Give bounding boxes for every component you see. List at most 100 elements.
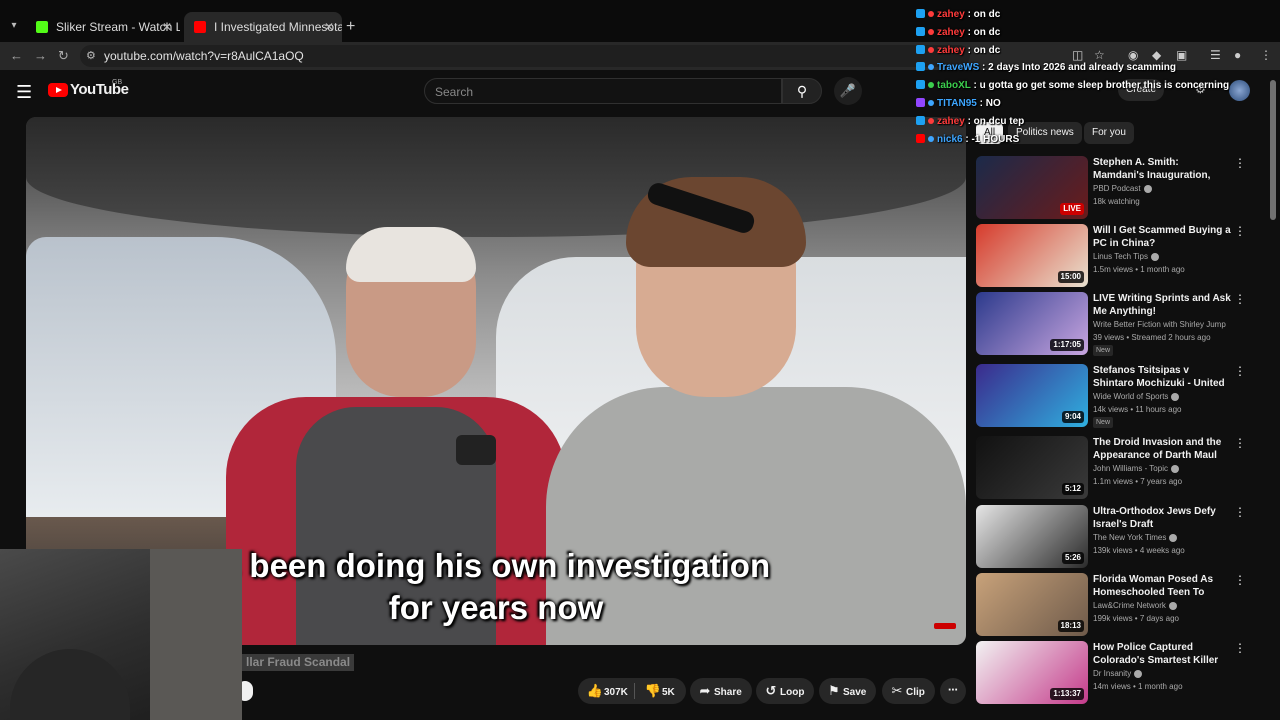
channel-label: Wide World of Sports xyxy=(1093,392,1169,401)
webcam-streamer xyxy=(10,649,130,720)
recommended-title[interactable]: Stephen A. Smith: Mamdani's Inauguration… xyxy=(1093,156,1231,182)
more-vertical-icon[interactable]: ⋮ xyxy=(1234,436,1246,450)
tab-youtube-video[interactable]: I Investigated Minnesota's Billio ✕ xyxy=(184,12,342,42)
chat-username: taboXL xyxy=(937,80,971,92)
video-thumbnail[interactable]: 5:12 xyxy=(976,436,1088,499)
chat-username: zahey xyxy=(937,115,965,127)
subscribe-watermark xyxy=(934,623,956,629)
recommended-title[interactable]: The Droid Invasion and the Appearance of… xyxy=(1093,436,1231,462)
verified-check-icon xyxy=(1171,392,1180,401)
save-label: Save xyxy=(843,687,867,698)
video-thumbnail[interactable]: 9:04 xyxy=(976,364,1088,427)
channel-label: Linus Tech Tips xyxy=(1093,252,1148,261)
chat-text: : -1 HOURS xyxy=(965,133,1020,145)
channel-name[interactable]: Dr Insanity xyxy=(1093,669,1233,678)
search-button[interactable]: ⚲ xyxy=(782,78,822,104)
platform-icon xyxy=(916,115,925,125)
more-vertical-icon[interactable]: ⋮ xyxy=(1234,156,1246,170)
browser-menu-icon[interactable]: ⋮ xyxy=(1260,48,1272,62)
platform-icon xyxy=(916,133,925,143)
share-button[interactable]: ➦ Share xyxy=(690,678,752,704)
recommended-title[interactable]: How Police Captured Colorado's Smartest … xyxy=(1093,641,1231,667)
recommended-title[interactable]: Will I Get Scammed Buying a PC in China? xyxy=(1093,224,1231,250)
chat-text: : on dc xyxy=(967,26,1001,38)
video-title: llar Fraud Scandal xyxy=(242,654,355,671)
more-horizontal-icon: ⋯ xyxy=(948,685,958,696)
address-bar[interactable]: ⚙ youtube.com/watch?v=r8AulCA1aOQ xyxy=(80,45,970,67)
more-vertical-icon[interactable]: ⋮ xyxy=(1234,292,1246,306)
thumbs-down-icon: 👎 xyxy=(644,683,662,698)
recommended-video[interactable]: 9:04 Stefanos Tsitsipas v Shintaro Mochiz… xyxy=(976,364,1256,428)
stream-chat-overlay: zahey : on dc zahey : on dc zahey : on dc T… xyxy=(916,6,1246,148)
video-thumbnail[interactable]: LIVE xyxy=(976,156,1088,219)
channel-name[interactable]: Write Better Fiction with Shirley Jump xyxy=(1093,320,1233,329)
more-vertical-icon[interactable]: ⋮ xyxy=(1234,641,1246,655)
back-icon[interactable]: ← xyxy=(10,48,23,63)
video-thumbnail[interactable]: 1:17:05 xyxy=(976,292,1088,355)
more-vertical-icon[interactable]: ⋮ xyxy=(1234,364,1246,378)
scrollbar[interactable] xyxy=(1270,80,1276,220)
like-button[interactable]: 👍307K xyxy=(580,678,628,706)
more-actions-button[interactable]: ⋯ xyxy=(940,678,966,704)
forward-icon[interactable]: → xyxy=(34,48,47,63)
recommended-video[interactable]: 5:12 The Droid Invasion and the Appearanc… xyxy=(976,436,1256,500)
close-tab-icon[interactable]: ✕ xyxy=(324,12,334,42)
channel-name[interactable]: Law&Crime Network xyxy=(1093,601,1233,610)
channel-name[interactable]: John Williams - Topic xyxy=(1093,464,1233,473)
search-icon: ⚲ xyxy=(796,83,808,99)
more-vertical-icon[interactable]: ⋮ xyxy=(1234,224,1246,238)
loop-button[interactable]: ↺ Loop xyxy=(756,678,815,704)
recommended-video[interactable]: LIVE Stephen A. Smith: Mamdani's Inaugura… xyxy=(976,156,1256,220)
video-thumbnail[interactable]: 18:13 xyxy=(976,573,1088,636)
verified-check-icon xyxy=(1134,669,1143,678)
recommended-title[interactable]: Stefanos Tsitsipas v Shintaro Mochizuki … xyxy=(1093,364,1231,390)
recommended-title[interactable]: Florida Woman Posed As Homeschooled Teen… xyxy=(1093,573,1231,599)
recommended-video[interactable]: 18:13 Florida Woman Posed As Homeschooled… xyxy=(976,573,1256,637)
youtube-favicon-icon xyxy=(194,21,206,33)
save-button[interactable]: ⚑ Save xyxy=(819,678,877,704)
recommended-video[interactable]: 5:26 Ultra-Orthodox Jews Defy Israel's Dr… xyxy=(976,505,1256,569)
video-thumbnail[interactable]: 1:13:37 xyxy=(976,641,1088,704)
channel-name[interactable]: PBD Podcast xyxy=(1093,184,1233,193)
new-tab-button[interactable]: + xyxy=(346,18,355,36)
close-tab-icon[interactable]: ✕ xyxy=(162,12,172,42)
chat-message: TITAN95 : NO xyxy=(916,95,1246,113)
reload-icon[interactable]: ↻ xyxy=(58,48,69,64)
recommended-title[interactable]: Ultra-Orthodox Jews Defy Israel's Draft xyxy=(1093,505,1231,531)
more-vertical-icon[interactable]: ⋮ xyxy=(1234,573,1246,587)
chat-text: : on dcu tep xyxy=(967,115,1025,127)
video-thumbnail[interactable]: 15:00 xyxy=(976,224,1088,287)
user-badge-icon xyxy=(928,99,934,106)
recommended-title[interactable]: LIVE Writing Sprints and Ask Me Anything… xyxy=(1093,292,1231,318)
channel-label: Write Better Fiction with Shirley Jump xyxy=(1093,320,1226,329)
verified-check-icon xyxy=(1169,533,1178,542)
duration-badge: 9:04 xyxy=(1061,411,1084,423)
menu-icon[interactable]: ☰ xyxy=(16,82,32,103)
clip-button[interactable]: ✂ Clip xyxy=(882,678,935,704)
video-thumbnail[interactable]: 5:26 xyxy=(976,505,1088,568)
site-info-icon[interactable]: ⚙ xyxy=(86,49,96,62)
chat-text: : u gotta go get some sleep brother this… xyxy=(973,80,1230,92)
channel-name[interactable]: Linus Tech Tips xyxy=(1093,252,1233,261)
channel-name[interactable]: Wide World of Sports xyxy=(1093,392,1233,401)
channel-label: Law&Crime Network xyxy=(1093,601,1166,610)
recommended-video[interactable]: 15:00 Will I Get Scammed Buying a PC in C… xyxy=(976,224,1256,288)
new-badge: New xyxy=(1093,417,1114,428)
video-meta: 18k watching xyxy=(1093,197,1140,206)
tab-search-icon[interactable]: ▾ xyxy=(6,18,22,34)
recommended-video[interactable]: 1:17:05 LIVE Writing Sprints and Ask Me A… xyxy=(976,292,1256,356)
url-text: youtube.com/watch?v=r8AulCA1aOQ xyxy=(104,49,304,63)
tab-sliker-stream[interactable]: Sliker Stream - Watch Live on K ✕ xyxy=(26,12,180,42)
search-input[interactable]: Search xyxy=(424,78,782,104)
user-badge-icon xyxy=(928,64,934,71)
channel-name[interactable]: The New York Times xyxy=(1093,533,1233,542)
platform-icon xyxy=(916,97,925,107)
user-badge-icon xyxy=(928,46,934,53)
duration-badge: 5:26 xyxy=(1061,552,1084,564)
duration-badge: 15:00 xyxy=(1057,271,1084,283)
dislike-button[interactable]: 👎5K xyxy=(638,678,675,706)
more-vertical-icon[interactable]: ⋮ xyxy=(1234,505,1246,519)
voice-search-icon[interactable]: 🎤 xyxy=(834,77,862,105)
recommended-video[interactable]: 1:13:37 How Police Captured Colorado's Sm… xyxy=(976,641,1256,705)
video-meta: 14k views • 11 hours ago xyxy=(1093,405,1182,414)
